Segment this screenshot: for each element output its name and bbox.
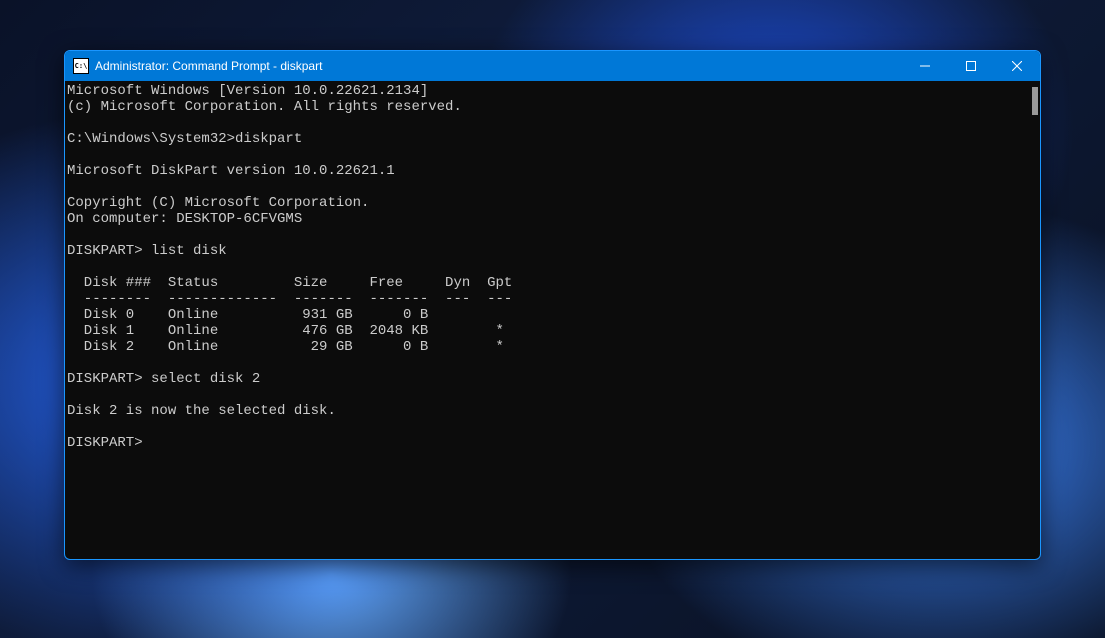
titlebar[interactable]: C:\ Administrator: Command Prompt - disk… (65, 51, 1040, 81)
minimize-button[interactable] (902, 51, 948, 81)
terminal-output: Microsoft Windows [Version 10.0.22621.21… (67, 83, 1028, 451)
app-icon: C:\ (73, 58, 89, 74)
close-icon (1012, 61, 1022, 71)
command-prompt-window: C:\ Administrator: Command Prompt - disk… (64, 50, 1041, 560)
scrollbar-thumb[interactable] (1032, 87, 1038, 115)
maximize-icon (966, 61, 976, 71)
maximize-button[interactable] (948, 51, 994, 81)
close-button[interactable] (994, 51, 1040, 81)
minimize-icon (920, 61, 930, 71)
window-title: Administrator: Command Prompt - diskpart (95, 59, 322, 73)
terminal-area[interactable]: Microsoft Windows [Version 10.0.22621.21… (65, 81, 1040, 559)
